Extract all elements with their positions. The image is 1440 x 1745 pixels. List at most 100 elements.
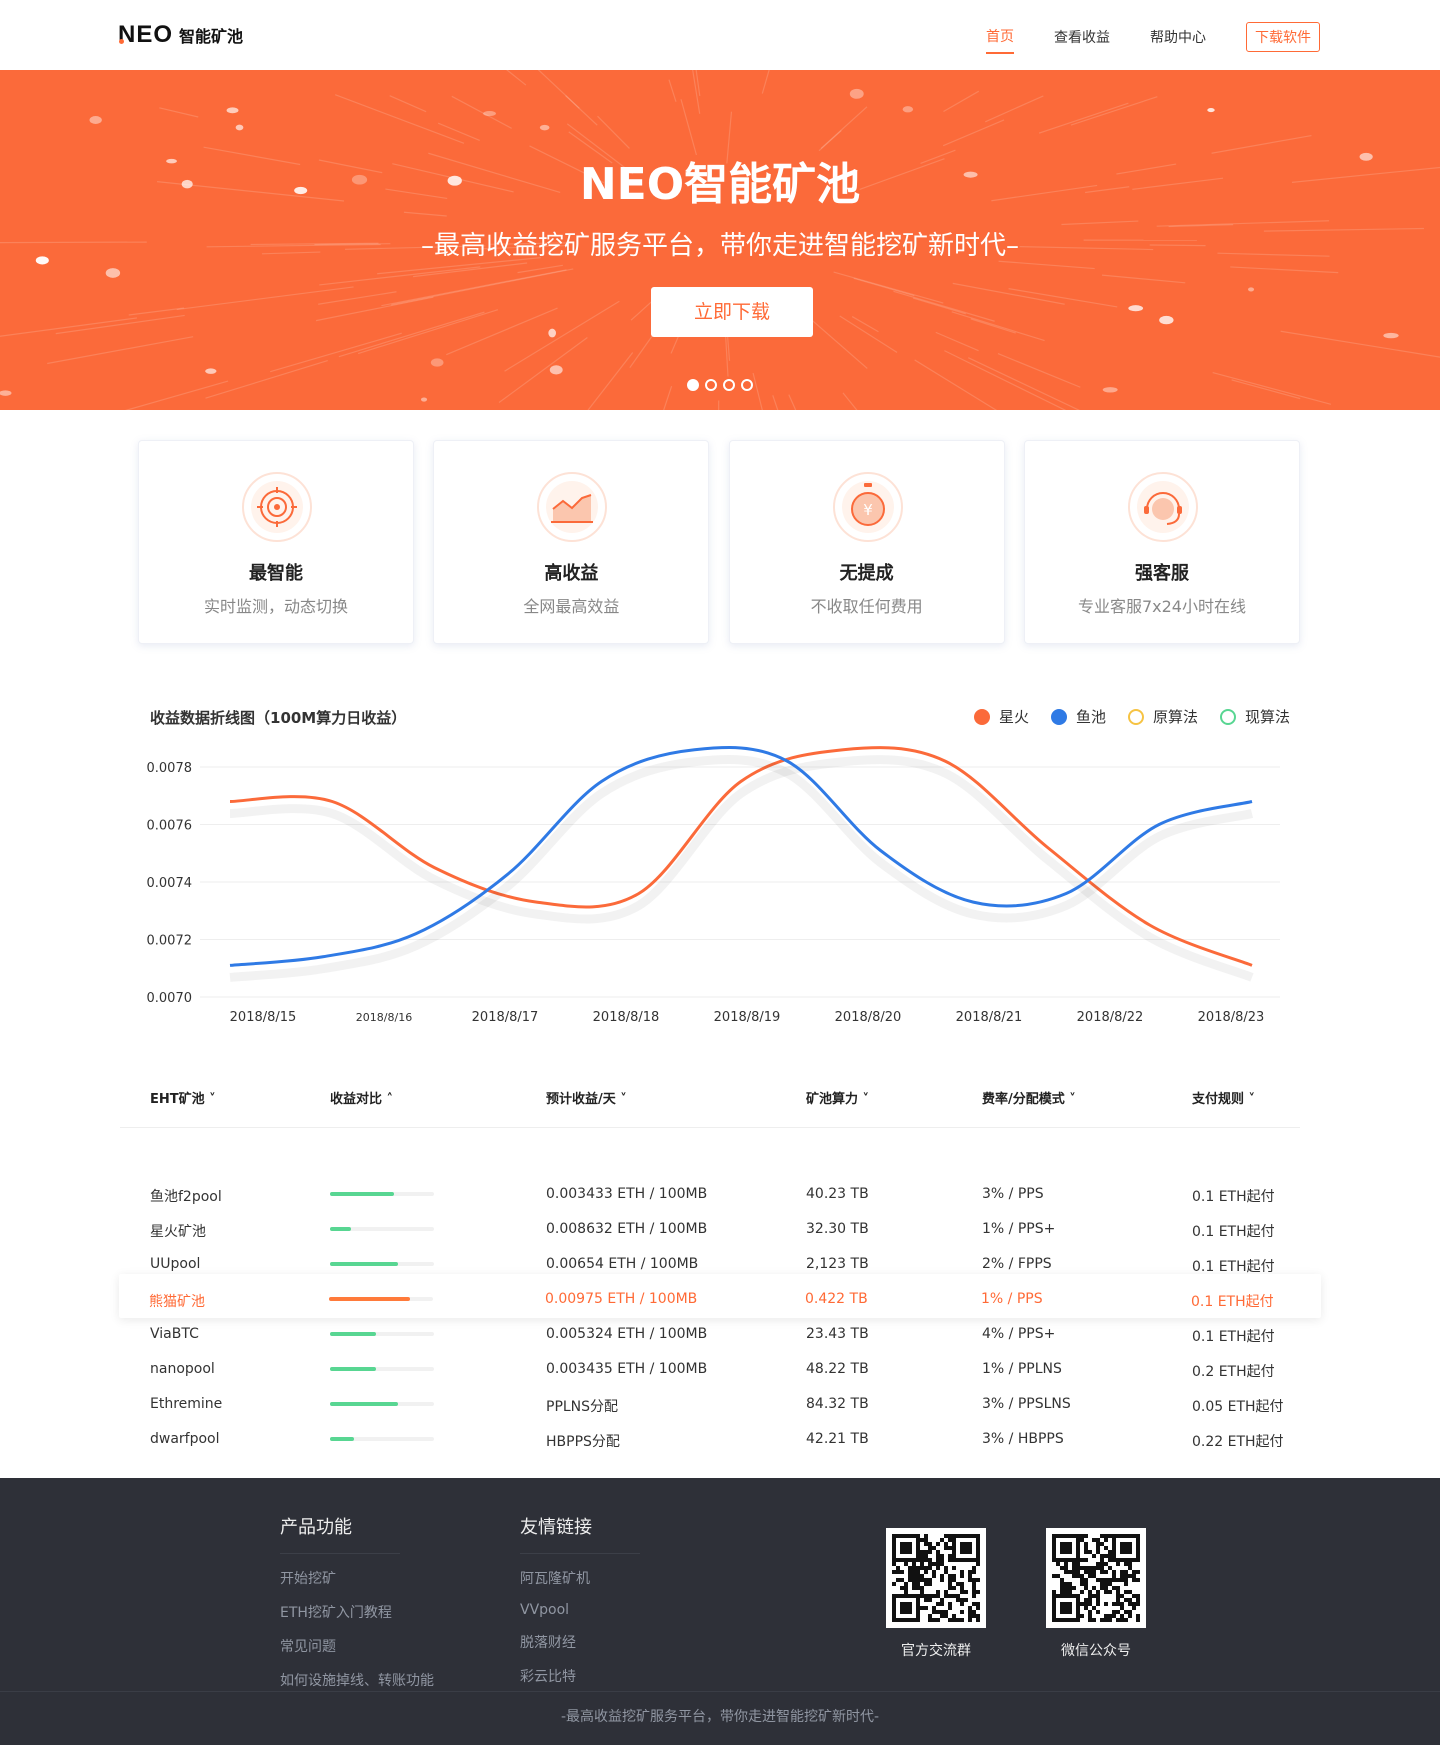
qr-module	[972, 1578, 976, 1582]
banner-streak	[1280, 330, 1440, 358]
header-label: 矿池算力	[806, 1092, 859, 1107]
qr-module	[1104, 1586, 1108, 1590]
legend-item-yuchi[interactable]: 鱼池	[1050, 706, 1106, 727]
col-header-income[interactable]: 预计收益/天 ˅	[546, 1088, 627, 1107]
series-line-0[interactable]	[229, 746, 1253, 967]
nav-earnings[interactable]: 查看收益	[1054, 21, 1110, 53]
qr-module	[1080, 1534, 1084, 1538]
feature-title: 强客服	[1134, 563, 1189, 584]
qr-code-pattern	[1052, 1534, 1140, 1622]
qr-module	[1080, 1574, 1084, 1578]
nav-help[interactable]: 帮助中心	[1150, 21, 1206, 53]
yuan-coin-icon: ¥	[832, 472, 903, 542]
download-software-button[interactable]: 下载软件	[1246, 22, 1320, 52]
qr-module	[1124, 1618, 1128, 1622]
qr-module	[1136, 1614, 1140, 1618]
qr-module	[1124, 1582, 1128, 1586]
qr-module	[936, 1550, 940, 1554]
qr-module	[924, 1598, 928, 1602]
feature-desc: 不收取任何费用	[810, 597, 923, 616]
logo[interactable]: NEO 智能矿池	[118, 20, 243, 50]
qr-module	[912, 1562, 916, 1566]
cell-hashrate: 23.43 TB	[806, 1326, 869, 1342]
qr-module	[1088, 1594, 1092, 1598]
download-now-button[interactable]: 立即下载	[651, 287, 813, 337]
cell-income: 0.003433 ETH / 100MB	[546, 1186, 708, 1202]
qr-module	[1096, 1598, 1100, 1602]
qr-module	[928, 1582, 932, 1586]
carousel-dot[interactable]	[687, 379, 699, 391]
qr-module	[972, 1586, 976, 1590]
cell-pool: 星火矿池	[150, 1224, 206, 1240]
cell-hashrate: 84.32 TB	[806, 1396, 869, 1412]
qr-official-group: 官方交流群	[886, 1528, 986, 1660]
table-row[interactable]: nanopool 0.003435 ETH / 100MB 48.22 TB 1% /…	[120, 1350, 1320, 1388]
qr-module	[976, 1562, 980, 1566]
qr-module	[1096, 1590, 1100, 1594]
table-row[interactable]: 星火矿池 0.008632 ETH / 100MB 32.30 TB 1% / PPS…	[120, 1210, 1320, 1248]
col-header-ratio[interactable]: 收益对比 ˄	[330, 1088, 393, 1107]
footer-link[interactable]: 开始挖矿	[280, 1568, 434, 1588]
col-header-pool[interactable]: EHT矿池 ˅	[150, 1088, 216, 1107]
qr-module	[1108, 1554, 1112, 1558]
qr-module	[1132, 1594, 1136, 1598]
qr-module	[1136, 1598, 1140, 1602]
qr-module	[920, 1606, 924, 1610]
footer-link[interactable]: VVpool	[520, 1602, 640, 1618]
banner-spark	[420, 397, 428, 402]
qr-module	[1096, 1562, 1100, 1566]
table-row[interactable]: Ethremine PPLNS分配 84.32 TB 3% / PPSLNS 0.05 …	[120, 1385, 1320, 1423]
qr-module	[1120, 1606, 1124, 1610]
carousel-dot[interactable]	[723, 379, 735, 391]
ratio-bar-fill	[329, 1297, 411, 1301]
legend-item-current-algo[interactable]: 现算法	[1219, 706, 1290, 727]
qr-module	[1120, 1594, 1124, 1598]
banner-streak	[357, 309, 499, 355]
footer-heading: 友情链接	[520, 1513, 640, 1554]
qr-module	[904, 1582, 908, 1586]
qr-module	[1064, 1570, 1068, 1574]
banner-streak	[319, 266, 481, 286]
qr-module	[1100, 1582, 1104, 1586]
banner-streak	[315, 296, 434, 322]
qr-module	[916, 1570, 920, 1574]
carousel-dot[interactable]	[741, 379, 753, 391]
banner-spark	[430, 358, 444, 367]
legend-item-original-algo[interactable]: 原算法	[1127, 706, 1198, 727]
cell-hashrate: 48.22 TB	[806, 1361, 869, 1377]
qr-module	[932, 1546, 936, 1550]
qr-module	[1088, 1618, 1092, 1622]
col-header-pay[interactable]: 支付规则 ˅	[1192, 1088, 1255, 1107]
cell-fee: 1% / PPS+	[982, 1221, 1056, 1237]
qr-module	[928, 1542, 932, 1546]
table-row[interactable]: ViaBTC 0.005324 ETH / 100MB 23.43 TB 4% / P…	[120, 1315, 1320, 1353]
qr-module	[912, 1566, 916, 1570]
footer-link[interactable]: 阿瓦隆矿机	[520, 1568, 640, 1588]
qr-module	[1056, 1562, 1060, 1566]
qr-module	[920, 1566, 924, 1570]
table-row[interactable]: 鱼池f2pool 0.003433 ETH / 100MB 40.23 TB 3% /…	[120, 1175, 1320, 1213]
income-line-chart: 0.0078 0.0076 0.0074 0.0072 0.0070 2018/8/15 2…	[147, 746, 1280, 1025]
qr-module	[1084, 1598, 1088, 1602]
footer-link[interactable]: ETH挖矿入门教程	[280, 1602, 434, 1622]
qr-module	[1104, 1570, 1108, 1574]
ratio-bar-fill	[330, 1437, 354, 1441]
table-row[interactable]: 熊猫矿池 0.00975 ETH / 100MB 0.422 TB 1% / PPS 0…	[119, 1274, 1321, 1318]
footer-link[interactable]: 如何设施掉线、转账功能	[280, 1670, 434, 1690]
footer-link[interactable]: 彩云比特	[520, 1666, 640, 1686]
qr-module	[1064, 1586, 1068, 1590]
qr-module	[1080, 1558, 1084, 1562]
qr-module	[1136, 1594, 1140, 1598]
qr-module	[916, 1582, 920, 1586]
carousel-dot[interactable]	[705, 379, 717, 391]
qr-module	[1100, 1570, 1104, 1574]
table-row[interactable]: dwarfpool HBPPS分配 42.21 TB 3% / HBPPS 0.22 E…	[120, 1420, 1320, 1458]
footer-link[interactable]: 常见问题	[280, 1636, 434, 1656]
qr-module	[1084, 1578, 1088, 1582]
col-header-fee[interactable]: 费率/分配模式 ˅	[982, 1088, 1076, 1107]
footer-link[interactable]: 脱落财经	[520, 1632, 640, 1652]
x-tick-label: 2018/8/23	[1198, 1010, 1265, 1025]
col-header-hashrate[interactable]: 矿池算力 ˅	[806, 1088, 869, 1107]
legend-item-xinghuo[interactable]: 星火	[973, 706, 1029, 727]
nav-home[interactable]: 首页	[986, 20, 1014, 54]
